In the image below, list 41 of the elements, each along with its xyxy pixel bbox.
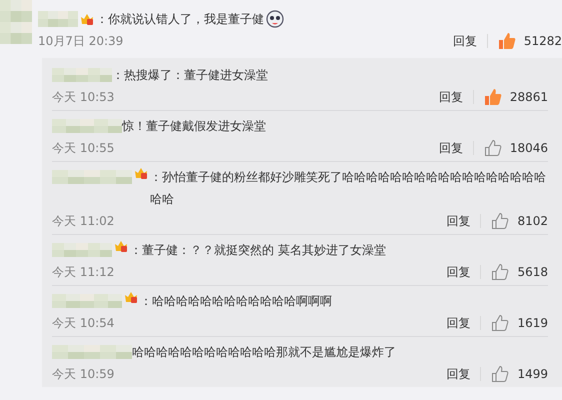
timestamp: 今天 11:12 — [52, 264, 114, 281]
reply-text: 哈哈哈哈哈哈哈哈哈哈哈哈那就不是尴尬是爆炸了 — [132, 344, 397, 361]
like-count: 1499 — [517, 366, 548, 383]
thumbs-up-icon[interactable] — [491, 314, 510, 332]
thumbs-up-icon[interactable] — [491, 212, 510, 230]
blurred-name — [0, 0, 32, 44]
reply-link[interactable]: 回复 — [446, 363, 470, 385]
reply-link[interactable]: 回复 — [446, 312, 470, 334]
thumbs-up-icon[interactable] — [491, 263, 510, 281]
like-count: 28861 — [510, 89, 548, 106]
reply-text: ：热搜爆了：董子健进女澡堂 — [112, 67, 269, 84]
blurred-name — [52, 68, 112, 82]
reply-text: 惊！董子健戴假发进女澡堂 — [122, 118, 267, 135]
blurred-name — [52, 294, 122, 308]
reply-link[interactable]: 回复 — [452, 30, 477, 52]
blurred-name — [52, 119, 122, 133]
timestamp: 今天 10:53 — [52, 89, 114, 106]
thumbs-up-icon[interactable] — [498, 32, 516, 50]
timestamp: 今天 10:54 — [52, 315, 114, 332]
reply-text: ：董子健：？？就挺突然的 莫名其妙进了女澡堂 — [130, 242, 387, 259]
reply-text: ：孙怡董子健的粉丝都好沙雕笑死了哈哈哈哈哈哈哈哈哈哈哈哈哈哈哈哈哈哈哈 — [150, 169, 547, 208]
like-count: 8102 — [517, 213, 548, 230]
like-count: 1619 — [517, 315, 548, 332]
timestamp: 今天 10:55 — [52, 140, 114, 157]
blurred-name — [52, 243, 112, 257]
timestamp: 今天 10:59 — [52, 366, 114, 383]
comment-text: ：你就说认错人了，我是董子健 — [96, 11, 264, 28]
blurred-name — [38, 11, 78, 27]
timestamp: 今天 11:02 — [52, 213, 114, 230]
reply-text: ：哈哈哈哈哈哈哈哈哈哈哈哈啊啊啊 — [140, 293, 333, 310]
like-count: 51282 — [524, 33, 562, 50]
thumbs-up-icon[interactable] — [491, 365, 510, 383]
reply-link[interactable]: 回复 — [438, 86, 463, 108]
like-count: 5618 — [517, 264, 548, 281]
thumbs-up-icon[interactable] — [484, 139, 502, 157]
thumbs-up-icon[interactable] — [484, 88, 502, 106]
like-count: 18046 — [510, 140, 548, 157]
reply-link[interactable]: 回复 — [446, 261, 470, 283]
reply-link[interactable]: 回复 — [438, 137, 463, 159]
reply-link[interactable]: 回复 — [446, 210, 470, 232]
timestamp: 10月7日 20:39 — [38, 33, 124, 50]
